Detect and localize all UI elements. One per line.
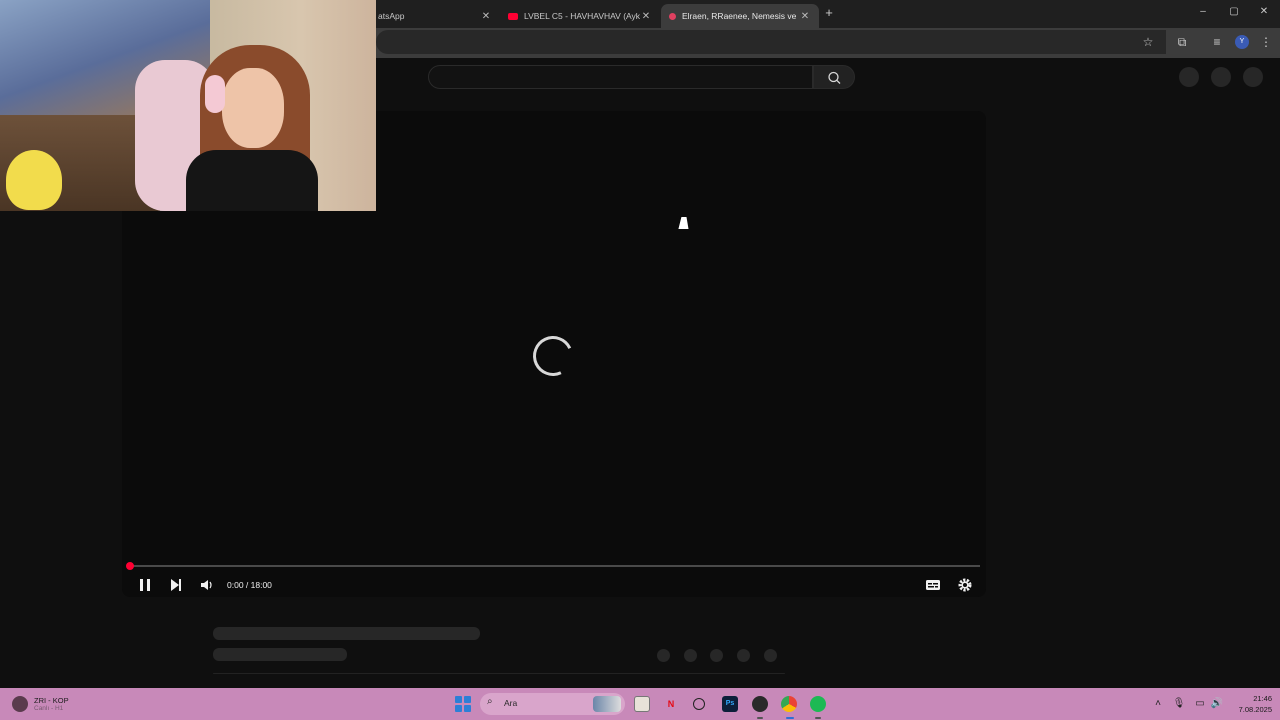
- tab-active-stream[interactable]: Elraen, RRaenee, Nemesis ve Ba ✕: [661, 4, 819, 28]
- action-placeholder: [710, 649, 723, 662]
- taskbar-search-placeholder: Ara: [504, 698, 518, 708]
- tab-youtube-video[interactable]: LVBEL C5 - HAVHAVHAV (Aykut ✕: [500, 4, 660, 28]
- volume-icon: [201, 580, 212, 590]
- webcam-headset: [205, 75, 225, 113]
- header-button-placeholder[interactable]: [1179, 67, 1199, 87]
- new-tab-button[interactable]: +: [822, 5, 836, 21]
- youtube-icon: [508, 12, 518, 20]
- running-indicator: [815, 717, 821, 719]
- bookmark-star-icon[interactable]: ☆: [1140, 34, 1156, 50]
- webcam-overlay: [0, 0, 376, 211]
- tab-title: LVBEL C5 - HAVHAVHAV (Aykut: [524, 11, 640, 21]
- title-skeleton: [213, 627, 480, 640]
- action-placeholder: [764, 649, 777, 662]
- search-icon: [828, 71, 841, 84]
- webcam-plush-toy: [6, 150, 62, 210]
- next-icon: [171, 579, 181, 591]
- clock-date[interactable]: 7.08.2025: [1226, 705, 1272, 714]
- running-indicator: [757, 717, 763, 719]
- taskbar-search[interactable]: ⌕ Ara: [480, 693, 625, 715]
- settings-icon: [958, 578, 972, 592]
- media-control-icon[interactable]: ≡: [1209, 34, 1225, 50]
- menu-kebab-icon[interactable]: ⋮: [1258, 34, 1274, 50]
- next-button[interactable]: [167, 575, 185, 595]
- close-icon[interactable]: ✕: [480, 11, 492, 22]
- windows-taskbar: ZRI - KOP Canlı - H1 ⌕ Ara N Ps ˄ 🎙 ▭ 🔊 …: [0, 688, 1280, 720]
- tab-title: Elraen, RRaenee, Nemesis ve Ba: [682, 11, 799, 21]
- profile-avatar[interactable]: Y: [1235, 35, 1249, 49]
- action-placeholder: [684, 649, 697, 662]
- time-display: 0:00 / 18:00: [227, 580, 272, 590]
- volume-button[interactable]: [198, 575, 216, 595]
- file-explorer-icon[interactable]: [634, 696, 650, 712]
- minimize-button[interactable]: –: [1197, 6, 1209, 20]
- netflix-icon[interactable]: N: [663, 696, 679, 712]
- address-bar[interactable]: [376, 30, 1166, 54]
- subtitle-skeleton: [213, 648, 347, 661]
- action-placeholder: [737, 649, 750, 662]
- subtitles-button[interactable]: [924, 575, 942, 595]
- chrome-icon[interactable]: [781, 696, 797, 712]
- search-highlight-image: [593, 696, 621, 712]
- tab-title: atsApp: [378, 11, 405, 21]
- extensions-icon[interactable]: ⧉: [1174, 34, 1190, 50]
- taskbar-widget[interactable]: ZRI - KOP Canlı - H1: [12, 693, 69, 715]
- loading-spinner-icon: [527, 330, 579, 382]
- tab-whatsapp[interactable]: atsApp ✕: [370, 4, 500, 28]
- widget-avatar: [12, 696, 28, 712]
- search-icon: ⌕: [487, 696, 493, 707]
- webcam-streamer-body: [186, 150, 318, 211]
- widget-subtitle: Canlı - H1: [34, 705, 64, 712]
- pause-icon: [140, 579, 150, 591]
- window-close-button[interactable]: ✕: [1258, 6, 1270, 20]
- riot-icon[interactable]: [752, 696, 768, 712]
- pause-button[interactable]: [136, 575, 154, 595]
- divider: [213, 673, 785, 674]
- windows-start-icon[interactable]: [455, 696, 471, 712]
- speaker-icon[interactable]: 🔊: [1210, 697, 1224, 711]
- spotify-icon[interactable]: [810, 696, 826, 712]
- active-indicator: [786, 717, 794, 719]
- action-placeholder: [657, 649, 670, 662]
- chevron-up-icon[interactable]: ˄: [1151, 697, 1165, 711]
- search-input[interactable]: [428, 65, 813, 89]
- widget-title: ZRI - KOP: [34, 696, 69, 705]
- settings-button[interactable]: [956, 575, 974, 595]
- close-icon[interactable]: ✕: [799, 11, 811, 22]
- subtitles-icon: [926, 580, 940, 590]
- search-button[interactable]: [813, 65, 855, 89]
- steam-icon[interactable]: [693, 698, 705, 710]
- clock-time[interactable]: 21:46: [1236, 694, 1272, 703]
- maximize-button[interactable]: ▢: [1228, 6, 1240, 20]
- header-button-placeholder[interactable]: [1211, 67, 1231, 87]
- webcam-streamer-face: [222, 68, 284, 148]
- close-icon[interactable]: ✕: [640, 11, 652, 22]
- photoshop-icon[interactable]: Ps: [722, 696, 738, 712]
- avatar-placeholder[interactable]: [1243, 67, 1263, 87]
- microphone-icon[interactable]: 🎙: [1172, 697, 1186, 711]
- progress-scrubber[interactable]: [126, 562, 134, 570]
- display-icon[interactable]: ▭: [1193, 697, 1207, 711]
- twitch-heart-icon: [669, 12, 676, 20]
- progress-bar[interactable]: [128, 565, 980, 567]
